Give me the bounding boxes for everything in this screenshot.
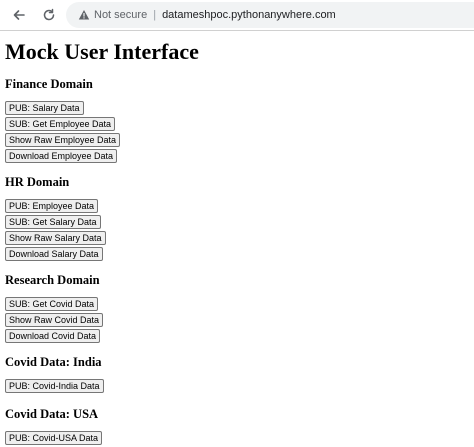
show-raw-employee-data-button[interactable]: Show Raw Employee Data (5, 133, 121, 147)
hr-heading: HR Domain (5, 175, 70, 189)
pub-employee-data-button[interactable]: PUB: Employee Data (5, 199, 99, 213)
research-heading: Research Domain (5, 273, 100, 287)
covid-india-section: Covid Data: India PUB: Covid-India Data (5, 354, 199, 395)
sub-get-salary-data-button[interactable]: SUB: Get Salary Data (5, 215, 101, 229)
reload-icon[interactable] (38, 4, 60, 26)
address-bar[interactable]: Not secure | datameshpoc.pythonanywhere.… (66, 2, 474, 28)
download-salary-data-button[interactable]: Download Salary Data (5, 247, 103, 261)
url-text[interactable]: datameshpoc.pythonanywhere.com (162, 9, 336, 21)
hr-section: HR Domain PUB: Employee Data SUB: Get Sa… (5, 174, 199, 263)
finance-section: Finance Domain PUB: Salary Data SUB: Get… (5, 76, 199, 165)
not-secure-label: Not secure (94, 9, 148, 21)
page-title: Mock User Interface (5, 39, 199, 64)
covid-usa-section: Covid Data: USA PUB: Covid-USA Data (5, 406, 199, 447)
covid-india-heading: Covid Data: India (5, 355, 102, 369)
page-content: Mock User Interface Finance Domain PUB: … (5, 39, 199, 447)
sub-get-covid-data-button[interactable]: SUB: Get Covid Data (5, 297, 99, 311)
download-employee-data-button[interactable]: Download Employee Data (5, 149, 118, 163)
research-section: Research Domain SUB: Get Covid Data Show… (5, 272, 199, 345)
sub-get-employee-data-button[interactable]: SUB: Get Employee Data (5, 117, 116, 131)
pub-covid-usa-data-button[interactable]: PUB: Covid-USA Data (5, 431, 103, 445)
back-arrow-icon[interactable] (8, 4, 30, 26)
pub-covid-india-data-button[interactable]: PUB: Covid-India Data (5, 379, 104, 393)
show-raw-salary-data-button[interactable]: Show Raw Salary Data (5, 231, 106, 245)
show-raw-covid-data-button[interactable]: Show Raw Covid Data (5, 313, 104, 327)
pub-salary-data-button[interactable]: PUB: Salary Data (5, 101, 84, 115)
warning-icon[interactable] (78, 9, 90, 21)
address-separator: | (153, 9, 157, 21)
covid-usa-heading: Covid Data: USA (5, 407, 99, 421)
download-covid-data-button[interactable]: Download Covid Data (5, 329, 101, 343)
browser-toolbar: Not secure | datameshpoc.pythonanywhere.… (0, 0, 474, 31)
finance-heading: Finance Domain (5, 77, 93, 91)
